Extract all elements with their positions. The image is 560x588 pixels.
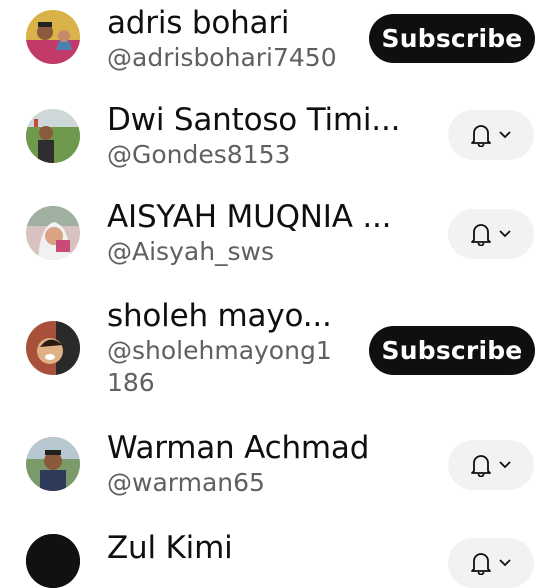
bell-icon <box>471 224 491 246</box>
subscribe-button[interactable]: Subscribe <box>369 14 535 63</box>
avatar[interactable] <box>26 10 80 64</box>
channel-handle: @adrisbohari7450 <box>107 43 337 72</box>
notification-settings-button[interactable] <box>448 538 534 588</box>
notification-settings-button[interactable] <box>448 440 534 490</box>
avatar[interactable] <box>26 109 80 163</box>
chevron-down-icon <box>499 131 511 139</box>
channel-name: Dwi Santoso Timi... <box>107 102 401 138</box>
avatar[interactable] <box>26 321 80 375</box>
channel-name: AISYAH MUQNIA ... <box>107 199 392 235</box>
field-photo-avatar <box>26 109 80 163</box>
list-item[interactable]: Zul Kimi <box>0 522 560 588</box>
channel-name: Zul Kimi <box>107 530 233 566</box>
channel-handle-line-2: 186 <box>107 368 155 397</box>
notification-settings-button[interactable] <box>448 110 534 160</box>
dark-avatar <box>26 534 80 588</box>
list-item[interactable]: adris bohari @adrisbohari7450 Subscribe <box>0 0 560 90</box>
channel-handle: @Aisyah_sws <box>107 237 275 266</box>
subscribe-button[interactable]: Subscribe <box>369 326 535 375</box>
chevron-down-icon <box>499 230 511 238</box>
bell-icon <box>471 125 491 147</box>
couple-photo-avatar <box>26 10 80 64</box>
avatar[interactable] <box>26 206 80 260</box>
list-item[interactable]: Warman Achmad @warman65 <box>0 428 560 508</box>
bell-icon <box>471 553 491 575</box>
channel-name: Warman Achmad <box>107 430 370 466</box>
list-item[interactable]: sholeh mayo... @sholehmayong1 186 Subscr… <box>0 290 560 410</box>
bell-icon <box>471 455 491 477</box>
channel-handle: @warman65 <box>107 468 265 497</box>
channel-name: adris bohari <box>107 5 290 41</box>
notification-settings-button[interactable] <box>448 209 534 259</box>
channel-handle-line-1: @sholehmayong1 <box>107 336 332 365</box>
woman-photo-avatar <box>26 206 80 260</box>
list-item[interactable]: Dwi Santoso Timi... @Gondes8153 <box>0 100 560 180</box>
avatar[interactable] <box>26 437 80 491</box>
avatar[interactable] <box>26 534 80 588</box>
channel-name: sholeh mayo... <box>107 298 332 334</box>
channel-handle: @Gondes8153 <box>107 140 291 169</box>
channel-handle: @sholehmayong1 186 <box>107 335 332 399</box>
chevron-down-icon <box>499 461 511 469</box>
man-outdoor-avatar <box>26 437 80 491</box>
man-photo-avatar <box>26 321 80 375</box>
list-item[interactable]: AISYAH MUQNIA ... @Aisyah_sws <box>0 195 560 275</box>
